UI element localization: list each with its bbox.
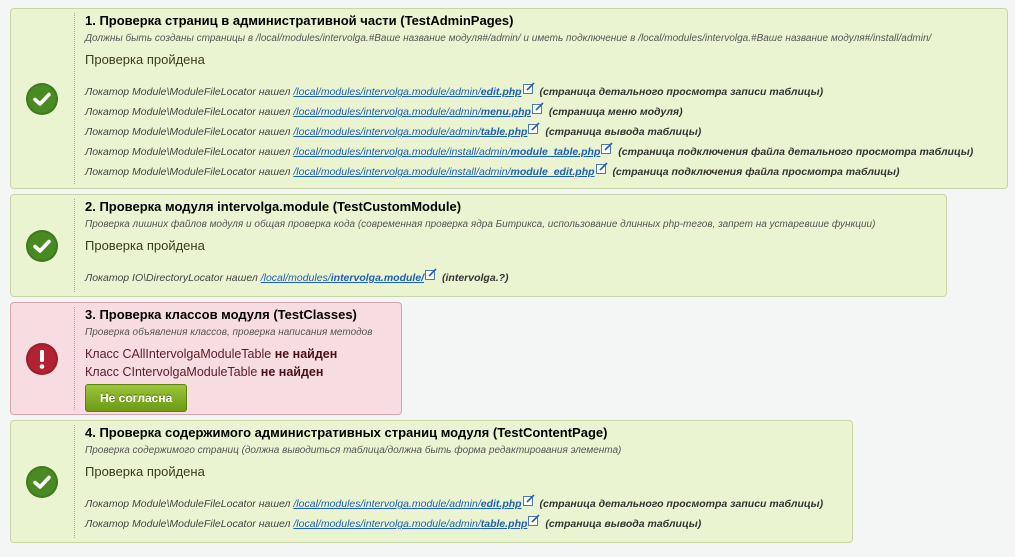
- locator-line: Локатор Module\ModuleFileLocator нашел /…: [85, 102, 1003, 122]
- locator-line: Локатор Module\ModuleFileLocator нашел /…: [85, 122, 1003, 142]
- check-success-icon: [26, 230, 58, 262]
- check-title: 1. Проверка страниц в административной ч…: [85, 13, 514, 28]
- check-title: 3. Проверка классов модуля (TestClasses): [85, 307, 357, 322]
- edit-icon[interactable]: [522, 494, 535, 506]
- file-link[interactable]: /local/modules/intervolga.module/install…: [293, 166, 594, 178]
- edit-icon[interactable]: [601, 142, 613, 154]
- check-title: 4. Проверка содержимого административных…: [85, 425, 608, 440]
- locator-line: Локатор Module\ModuleFileLocator нашел /…: [85, 162, 1003, 182]
- error-line: Класс CIntervolgaModuleTable не найден: [85, 365, 324, 379]
- disagree-button[interactable]: Не согласна: [85, 384, 188, 412]
- file-link[interactable]: /local/modules/intervolga.module/install…: [293, 146, 600, 158]
- file-link[interactable]: /local/modules/intervolga.module/admin/t…: [293, 518, 527, 530]
- file-link[interactable]: /local/modules/intervolga.module/admin/t…: [293, 126, 527, 138]
- error-line: Класс CAllIntervolgaModuleTable не найде…: [85, 347, 338, 361]
- check-success-icon: [26, 83, 58, 115]
- column-divider: [74, 307, 75, 410]
- check-success-icon: [26, 466, 58, 498]
- check-card-admin-pages: 1. Проверка страниц в административной ч…: [10, 8, 1008, 189]
- column-divider: [74, 199, 75, 292]
- edit-icon[interactable]: [425, 268, 437, 280]
- status-icon-column: [11, 421, 74, 542]
- locator-line: Локатор Module\ModuleFileLocator нашел /…: [85, 142, 1003, 162]
- locator-line: Локатор IO\DirectoryLocator нашел /local…: [85, 268, 942, 288]
- file-link[interactable]: /local/modules/intervolga.module/: [261, 272, 424, 284]
- check-content: 2. Проверка модуля intervolga.module (Te…: [85, 199, 942, 288]
- check-card-content-page: 4. Проверка содержимого административных…: [10, 420, 853, 543]
- edit-icon[interactable]: [595, 162, 608, 174]
- check-description: Проверка содержимого страниц (должна выв…: [85, 445, 622, 456]
- locator-line: Локатор Module\ModuleFileLocator нашел /…: [85, 494, 848, 514]
- check-title: 2. Проверка модуля intervolga.module (Te…: [85, 199, 462, 214]
- file-link[interactable]: /local/modules/intervolga.module/admin/e…: [293, 86, 521, 98]
- file-link[interactable]: /local/modules/intervolga.module/admin/m…: [293, 106, 531, 118]
- file-link[interactable]: /local/modules/intervolga.module/admin/e…: [293, 498, 521, 510]
- check-card-custom-module: 2. Проверка модуля intervolga.module (Te…: [10, 194, 947, 297]
- check-status: Проверка пройдена: [85, 52, 205, 67]
- status-icon-column: [11, 195, 74, 296]
- edit-icon[interactable]: [531, 102, 544, 114]
- warning-exclamation-icon: [26, 343, 58, 375]
- check-status: Проверка пройдена: [85, 238, 205, 253]
- status-icon-column: [11, 303, 74, 414]
- check-content: 1. Проверка страниц в административной ч…: [85, 13, 1003, 182]
- column-divider: [74, 425, 75, 538]
- column-divider: [74, 13, 75, 184]
- check-card-classes: 3. Проверка классов модуля (TestClasses)…: [10, 302, 402, 415]
- check-description: Проверка объявления классов, проверка на…: [85, 327, 373, 338]
- check-status: Проверка пройдена: [85, 464, 205, 479]
- locator-line: Локатор Module\ModuleFileLocator нашел /…: [85, 514, 848, 534]
- locator-line: Локатор Module\ModuleFileLocator нашел /…: [85, 82, 1003, 102]
- edit-icon[interactable]: [528, 514, 540, 526]
- check-description: Должны быть созданы страницы в /local/mo…: [85, 33, 932, 44]
- status-icon-column: [11, 9, 74, 188]
- check-description: Проверка лишних файлов модуля и общая пр…: [85, 219, 876, 230]
- check-content: 4. Проверка содержимого административных…: [85, 425, 848, 534]
- check-content: 3. Проверка классов модуля (TestClasses)…: [85, 307, 397, 412]
- edit-icon[interactable]: [522, 82, 535, 94]
- edit-icon[interactable]: [528, 122, 540, 134]
